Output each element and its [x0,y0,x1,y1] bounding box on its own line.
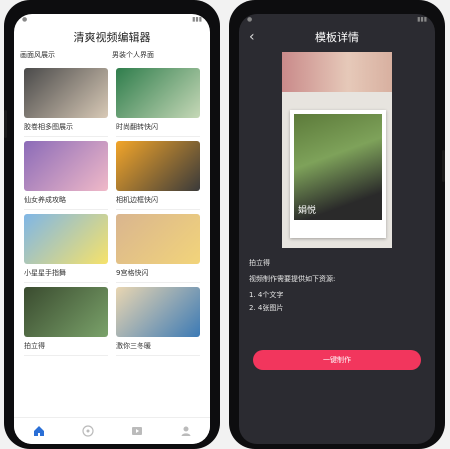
peek-label: 男装个人界面 [112,51,154,59]
template-card[interactable]: 相机边框快闪 [116,141,200,210]
template-thumbnail [116,214,200,264]
back-icon[interactable]: ‹ [249,29,255,45]
template-name: 拍立得 [249,259,270,267]
resource-item: 1. 4个文字 [249,291,284,299]
preview-name: 娟悦 [298,206,317,216]
detail-header: ‹ 模板详情 [239,24,435,50]
side-button [4,110,7,138]
template-thumbnail [24,68,108,118]
template-detail-screen: ● ▮▮▮ ‹ 模板详情 娟悦 拍立得 视频制作需要提供如下资源: 1. 4个文字… [239,14,435,444]
template-preview[interactable]: 娟悦 [282,52,392,248]
template-card[interactable]: 拍立得 [24,287,108,356]
discover-icon [81,425,94,437]
template-thumbnail [24,141,108,191]
template-card[interactable]: 胶卷相多图展示 [24,68,108,137]
video-icon [131,427,142,435]
resource-requirement: 视频制作需要提供如下资源: [249,275,336,283]
bottom-tab-bar [14,417,210,444]
template-row: 拍立得 激你三冬暖 [14,283,210,356]
phone-left: ● ▮▮▮ 清爽视频编辑器 画面风展示 男装个人界面 胶卷相多图展示 时尚翻转快闪仙… [4,0,220,449]
template-card[interactable]: 时尚翻转快闪 [116,68,200,137]
template-thumbnail [24,287,108,337]
tab-video[interactable] [130,425,144,437]
template-card[interactable]: 小星星手指舞 [24,214,108,283]
resource-item: 2. 4张图片 [249,304,284,312]
template-thumbnail [116,287,200,337]
tab-home[interactable] [32,425,46,437]
template-grid[interactable]: 画面风展示 男装个人界面 胶卷相多图展示 时尚翻转快闪 仙女养成攻略 相机边框快闪 小星… [14,50,210,410]
create-button[interactable]: 一键制作 [253,350,421,370]
template-row: 小星星手指舞 9宫格快闪 [14,210,210,283]
template-row: 仙女养成攻略 相机边框快闪 [14,137,210,210]
template-thumbnail [116,141,200,191]
template-label: 时尚翻转快闪 [116,118,200,137]
tab-discover[interactable] [81,425,95,437]
template-thumbnail [116,68,200,118]
template-label: 胶卷相多图展示 [24,118,108,137]
phone-right: ● ▮▮▮ ‹ 模板详情 娟悦 拍立得 视频制作需要提供如下资源: 1. 4个文字… [229,0,445,449]
preview-top-photo [282,52,392,92]
template-info: 拍立得 视频制作需要提供如下资源: 1. 4个文字 2. 4张图片 [239,258,435,313]
template-label: 仙女养成攻略 [24,191,108,210]
status-bar: ● ▮▮▮ [22,15,202,23]
profile-icon [181,426,190,436]
status-bar: ● ▮▮▮ [247,15,427,23]
template-label: 拍立得 [24,337,108,356]
template-label: 相机边框快闪 [116,191,200,210]
template-list-screen: ● ▮▮▮ 清爽视频编辑器 画面风展示 男装个人界面 胶卷相多图展示 时尚翻转快闪仙… [14,14,210,444]
template-row: 胶卷相多图展示 时尚翻转快闪 [14,64,210,137]
side-button [442,150,445,182]
template-card[interactable]: 仙女养成攻略 [24,141,108,210]
template-card[interactable]: 激你三冬暖 [116,287,200,356]
template-label: 小星星手指舞 [24,264,108,283]
template-card[interactable]: 9宫格快闪 [116,214,200,283]
template-thumbnail [24,214,108,264]
home-icon [33,426,44,436]
detail-title: 模板详情 [315,31,359,44]
polaroid-frame: 娟悦 [290,110,386,238]
template-label: 9宫格快闪 [116,264,200,283]
peek-label: 画面风展示 [20,51,55,59]
peek-row: 画面风展示 男装个人界面 [14,50,210,64]
tab-profile[interactable] [179,425,193,437]
app-title: 清爽视频编辑器 [73,31,151,44]
template-label: 激你三冬暖 [116,337,200,356]
